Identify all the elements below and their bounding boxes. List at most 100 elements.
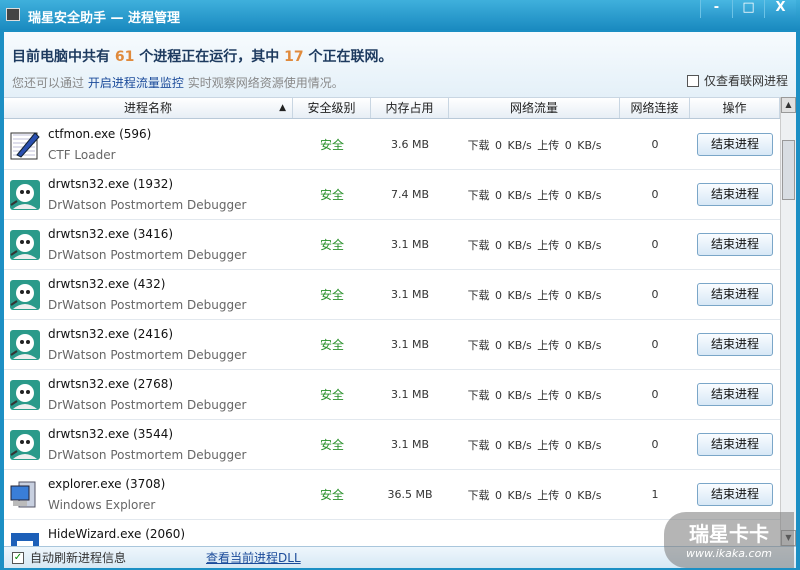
process-name: drwtsn32.exe (2768) [48, 376, 174, 391]
only-network-toggle[interactable]: 仅查看联网进程 [686, 72, 788, 89]
view-dll-link[interactable]: 查看当前进程DLL [206, 549, 301, 566]
security-level: 安全 [319, 138, 344, 152]
security-level: 安全 [319, 238, 344, 252]
only-network-checkbox[interactable] [686, 74, 699, 87]
doctor-icon [9, 379, 41, 411]
process-description: DrWatson Postmortem Debugger [48, 197, 247, 212]
process-name-cell: ctfmon.exe (596) CTF Loader [4, 120, 293, 170]
security-level: 安全 [319, 288, 344, 302]
summary-text: 个进程正在运行，其中 [139, 49, 280, 65]
process-name: drwtsn32.exe (1932) [48, 176, 174, 191]
minimize-button[interactable]: - [700, 0, 732, 18]
close-button[interactable]: X [764, 0, 796, 18]
doctor-icon [9, 229, 41, 261]
hint-text: 您还可以通过 [12, 76, 85, 90]
maximize-button[interactable]: □ [732, 0, 764, 18]
network-traffic: 下载 0 KB/s 上传 0 KB/s [467, 238, 602, 252]
memory-usage: 36.5 MB [387, 488, 433, 501]
summary-panel: 目前电脑中共有 61 个进程正在运行，其中 17 个正在联网。 您还可以通过 开… [4, 32, 796, 97]
online-count: 17 [284, 49, 304, 65]
process-row[interactable]: drwtsn32.exe (1932) DrWatson Postmortem … [4, 170, 780, 220]
scrollbar[interactable]: ▲ ▼ [780, 97, 796, 546]
process-name: explorer.exe (3708) [48, 476, 166, 491]
doctor-icon [9, 429, 41, 461]
process-description: DrWatson Postmortem Debugger [48, 447, 247, 462]
memory-usage: 3.1 MB [390, 238, 430, 251]
column-connections[interactable]: 网络连接 [620, 98, 690, 118]
window-icon [9, 529, 41, 546]
connection-count: 0 [651, 188, 659, 201]
watermark-logo: 瑞星卡卡 www.ikaka.com [664, 512, 794, 568]
memory-usage: 3.1 MB [390, 438, 430, 451]
security-level: 安全 [319, 438, 344, 452]
process-name: drwtsn32.exe (3416) [48, 226, 174, 241]
process-name: drwtsn32.exe (3544) [48, 426, 174, 441]
sort-ascending-icon: ▲ [279, 103, 286, 113]
process-description: DrWatson Postmortem Debugger [48, 297, 247, 312]
process-description: DrWatson Postmortem Debugger [48, 347, 247, 362]
column-process-name[interactable]: 进程名称 ▲ [4, 98, 293, 118]
connection-count: 0 [651, 288, 659, 301]
end-process-button[interactable]: 结束进程 [697, 433, 773, 456]
process-row[interactable]: drwtsn32.exe (3544) DrWatson Postmortem … [4, 420, 780, 470]
network-traffic: 下载 0 KB/s 上传 0 KB/s [467, 138, 602, 152]
memory-usage: 3.1 MB [390, 388, 430, 401]
column-network-traffic[interactable]: 网络流量 [449, 98, 620, 118]
security-level: 安全 [319, 388, 344, 402]
end-process-button[interactable]: 结束进程 [697, 283, 773, 306]
auto-refresh-checkbox[interactable]: ✓ [12, 551, 24, 564]
network-traffic: 下载 0 KB/s 上传 0 KB/s [467, 488, 602, 502]
end-process-button[interactable]: 结束进程 [697, 133, 773, 156]
process-description: DrWatson Postmortem Debugger [48, 247, 247, 262]
end-process-button[interactable]: 结束进程 [697, 233, 773, 256]
process-description: Windows Explorer [48, 497, 156, 512]
network-traffic: 下载 0 KB/s 上传 0 KB/s [467, 438, 602, 452]
table-header: 进程名称 ▲ 安全级别 内存占用 网络流量 网络连接 操作 [4, 97, 780, 119]
security-level: 安全 [319, 188, 344, 202]
column-memory[interactable]: 内存占用 [371, 98, 449, 118]
title-bar: 瑞星安全助手 — 进程管理 - □ X [0, 0, 800, 30]
security-level: 安全 [319, 488, 344, 502]
connection-count: 0 [651, 138, 659, 151]
auto-refresh-toggle[interactable]: ✓ 自动刷新进程信息 [12, 549, 126, 566]
process-name-cell: drwtsn32.exe (1932) DrWatson Postmortem … [4, 170, 293, 220]
process-row[interactable]: drwtsn32.exe (3416) DrWatson Postmortem … [4, 220, 780, 270]
process-name: ctfmon.exe (596) [48, 126, 152, 141]
end-process-button[interactable]: 结束进程 [697, 183, 773, 206]
process-row[interactable]: drwtsn32.exe (432) DrWatson Postmortem D… [4, 270, 780, 320]
process-row[interactable]: ctfmon.exe (596) CTF Loader 安全 3.6 MB 下载… [4, 120, 780, 170]
process-row[interactable]: explorer.exe (3708) Windows Explorer 安全 … [4, 470, 780, 520]
process-name-cell: drwtsn32.exe (3416) DrWatson Postmortem … [4, 220, 293, 270]
scroll-up-arrow-icon[interactable]: ▲ [781, 97, 796, 113]
scroll-thumb[interactable] [782, 140, 795, 200]
security-level: 安全 [319, 338, 344, 352]
total-count: 61 [114, 49, 135, 65]
column-action: 操作 [690, 98, 780, 118]
process-row[interactable]: drwtsn32.exe (2416) DrWatson Postmortem … [4, 320, 780, 370]
process-name-cell: explorer.exe (3708) Windows Explorer [4, 470, 293, 520]
connection-count: 1 [651, 488, 659, 501]
network-traffic: 下载 0 KB/s 上传 0 KB/s [467, 388, 602, 402]
process-summary: 目前电脑中共有 61 个进程正在运行，其中 17 个正在联网。 [12, 46, 392, 66]
memory-usage: 3.6 MB [390, 138, 430, 151]
window-title: 瑞星安全助手 — 进程管理 [28, 11, 181, 26]
end-process-button[interactable]: 结束进程 [697, 333, 773, 356]
process-name: drwtsn32.exe (2416) [48, 326, 174, 341]
end-process-button[interactable]: 结束进程 [697, 383, 773, 406]
end-process-button[interactable]: 结束进程 [697, 483, 773, 506]
process-row[interactable]: drwtsn32.exe (2768) DrWatson Postmortem … [4, 370, 780, 420]
connection-count: 0 [651, 388, 659, 401]
connection-count: 0 [651, 438, 659, 451]
auto-refresh-label: 自动刷新进程信息 [30, 551, 127, 565]
process-name: HideWizard.exe (2060) [48, 526, 186, 541]
network-traffic: 下载 0 KB/s 上传 0 KB/s [467, 188, 602, 202]
process-name-cell: HideWizard.exe (2060) [4, 520, 293, 546]
doctor-icon [9, 279, 41, 311]
computer-icon [9, 479, 41, 511]
hint: 您还可以通过 开启进程流量监控 实时观察网络资源使用情况。 [12, 74, 344, 91]
process-name-cell: drwtsn32.exe (2768) DrWatson Postmortem … [4, 370, 293, 420]
process-description: DrWatson Postmortem Debugger [48, 397, 247, 412]
enable-traffic-monitor-link[interactable]: 开启进程流量监控 [88, 76, 184, 90]
column-security-level[interactable]: 安全级别 [293, 98, 371, 118]
network-traffic: 下载 0 KB/s 上传 0 KB/s [467, 338, 602, 352]
